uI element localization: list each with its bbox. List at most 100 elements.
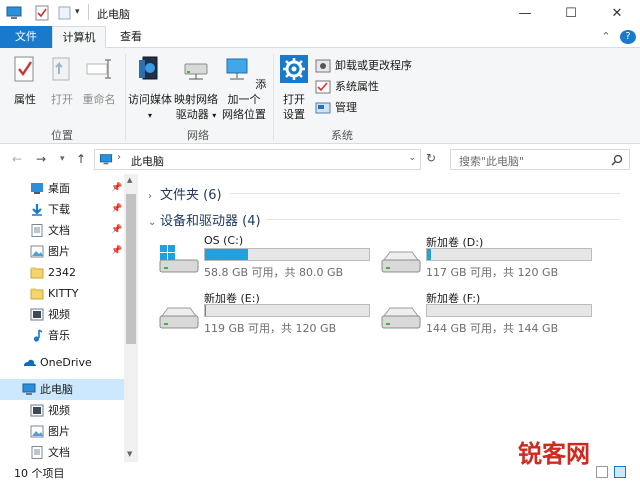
address-path: 此电脑 bbox=[131, 155, 164, 168]
drives-section-header[interactable]: ⌄ 设备和驱动器 (4) bbox=[148, 210, 261, 229]
refresh-icon[interactable]: ↻ bbox=[426, 151, 436, 165]
uninstall-label: 卸载或更改程序 bbox=[335, 59, 412, 72]
pin-icon[interactable]: 📌 bbox=[111, 178, 122, 199]
sidebar-item-label: KITTY bbox=[48, 287, 79, 300]
pin-icon[interactable]: 📌 bbox=[111, 199, 122, 220]
sidebar-item-label: 图片 bbox=[48, 425, 70, 438]
group-system-label: 系统 bbox=[331, 129, 353, 142]
window-title: 此电脑 bbox=[97, 8, 130, 21]
sidebar-item[interactable]: 桌面 📌 bbox=[0, 178, 124, 199]
collapse-ribbon-icon[interactable]: ⌃ bbox=[598, 26, 614, 48]
sidebar-item[interactable]: 下载 📌 bbox=[0, 199, 124, 220]
watermark-text: 锐客网 bbox=[518, 440, 590, 468]
properties-button[interactable]: 属性 bbox=[6, 54, 44, 107]
tab-file[interactable]: 文件 bbox=[0, 26, 52, 48]
title-bar: ▾ 此电脑 — ☐ ✕ bbox=[0, 0, 640, 26]
uninstall-icon bbox=[315, 59, 331, 73]
uninstall-program-button[interactable]: 卸载或更改程序 bbox=[315, 57, 412, 75]
rename-label: 重命名 bbox=[82, 93, 116, 106]
open-settings-button[interactable]: 打开 设置 bbox=[276, 54, 312, 122]
sidebar-item[interactable]: 视频 bbox=[0, 400, 124, 421]
section-divider bbox=[266, 219, 620, 220]
ribbon: 属性 打开 重命名 位置 访问媒体 ▾ 映射网络 驱动器 ▾ 添加一个 网络位置 bbox=[0, 48, 640, 144]
desktop-icon bbox=[31, 183, 43, 194]
chevron-right-icon: › bbox=[148, 191, 152, 202]
access-media-button[interactable]: 访问媒体 ▾ bbox=[128, 54, 172, 123]
open-button[interactable]: 打开 bbox=[44, 54, 80, 107]
scroll-up-icon[interactable]: ▲ bbox=[127, 176, 132, 184]
sidebar-item[interactable]: 音乐 bbox=[0, 325, 124, 346]
search-input[interactable]: 搜索"此电脑" bbox=[459, 153, 524, 169]
sidebar-item-label: 视频 bbox=[48, 308, 70, 321]
manage-label: 管理 bbox=[335, 101, 357, 114]
scroll-down-icon[interactable]: ▼ bbox=[127, 450, 132, 458]
drive-tile[interactable]: 新加卷 (E:) 119 GB 可用，共 120 GB bbox=[158, 290, 388, 338]
folders-section-header[interactable]: › 文件夹 (6) bbox=[148, 184, 222, 203]
drive-tile[interactable]: 新加卷 (F:) 144 GB 可用，共 144 GB bbox=[380, 290, 610, 338]
sidebar-item[interactable]: 此电脑 bbox=[0, 379, 124, 400]
up-arrow-icon[interactable]: ↑ bbox=[76, 152, 86, 166]
this-pc-icon bbox=[99, 154, 113, 165]
document-icon bbox=[31, 446, 43, 459]
nav-scrollbar-thumb[interactable] bbox=[126, 194, 136, 344]
address-dropdown-icon[interactable]: ⌄ bbox=[408, 153, 416, 163]
sidebar-item[interactable]: 图片 bbox=[0, 421, 124, 442]
network-location-icon bbox=[226, 58, 248, 80]
sidebar-item[interactable]: 图片 📌 bbox=[0, 241, 124, 262]
sidebar-item-label: 下载 bbox=[48, 203, 70, 216]
drive-usage-fill bbox=[205, 305, 207, 316]
recent-locations-icon[interactable]: ▾ bbox=[60, 154, 65, 164]
map-network-drive-label-2: 驱动器 bbox=[175, 108, 209, 121]
tab-computer[interactable]: 计算机 bbox=[52, 26, 106, 49]
back-arrow-icon[interactable]: ← bbox=[12, 152, 22, 166]
tab-view[interactable]: 查看 bbox=[108, 26, 154, 48]
item-count: 10 个项目 bbox=[14, 467, 65, 480]
sidebar-item[interactable]: OneDrive bbox=[0, 352, 124, 373]
new-folder-quick-icon[interactable] bbox=[57, 5, 73, 21]
address-bar[interactable]: › 此电脑 ⌄ bbox=[94, 149, 421, 170]
drive-space-info: 119 GB 可用，共 120 GB bbox=[204, 322, 337, 335]
music-icon bbox=[33, 329, 43, 342]
search-box[interactable]: 搜索"此电脑" bbox=[450, 149, 630, 170]
drive-tile[interactable]: OS (C:) 58.8 GB 可用，共 80.0 GB bbox=[158, 234, 388, 282]
minimize-button[interactable]: — bbox=[502, 0, 548, 26]
map-network-drive-label-1: 映射网络 bbox=[174, 93, 218, 106]
drive-space-info: 117 GB 可用，共 120 GB bbox=[426, 266, 559, 279]
close-button[interactable]: ✕ bbox=[594, 0, 640, 26]
access-media-label: 访问媒体 bbox=[128, 93, 172, 106]
nav-scrollbar[interactable]: ▲ ▼ bbox=[124, 174, 138, 462]
folder-icon bbox=[30, 267, 44, 279]
drives-header-label: 设备和驱动器 (4) bbox=[160, 214, 261, 229]
folder-icon bbox=[30, 288, 44, 300]
ribbon-tabs: 文件 计算机 查看 ⌃ ? bbox=[0, 26, 640, 49]
drive-usage-bar bbox=[426, 248, 592, 261]
map-network-drive-button[interactable]: 映射网络 驱动器 ▾ bbox=[174, 54, 218, 123]
add-network-location-button[interactable]: 添加一个 网络位置 bbox=[220, 54, 268, 122]
open-label: 打开 bbox=[51, 93, 73, 106]
add-network-location-label-2: 网络位置 bbox=[222, 108, 266, 121]
this-pc-icon bbox=[6, 6, 22, 19]
properties-quick-icon[interactable] bbox=[34, 5, 50, 21]
pin-icon[interactable]: 📌 bbox=[111, 241, 122, 262]
folders-header-label: 文件夹 (6) bbox=[160, 188, 222, 203]
sidebar-item[interactable]: 2342 bbox=[0, 262, 124, 283]
rename-button[interactable]: 重命名 bbox=[80, 54, 118, 107]
drive-space-info: 144 GB 可用，共 144 GB bbox=[426, 322, 559, 335]
sidebar-item[interactable]: KITTY bbox=[0, 283, 124, 304]
pin-icon[interactable]: 📌 bbox=[111, 220, 122, 241]
manage-button[interactable]: 管理 bbox=[315, 99, 357, 117]
system-properties-button[interactable]: 系统属性 bbox=[315, 78, 379, 96]
drive-usage-bar bbox=[204, 248, 370, 261]
sidebar-item[interactable]: 文档 📌 bbox=[0, 220, 124, 241]
navigation-bar: ← → ▾ ↑ › 此电脑 ⌄ ↻ 搜索"此电脑" bbox=[0, 144, 640, 174]
content-pane: › 文件夹 (6) ⌄ 设备和驱动器 (4) OS (C:) 58.8 GB 可用，共… bbox=[138, 174, 640, 462]
sidebar-item[interactable]: 文档 bbox=[0, 442, 124, 462]
help-icon[interactable]: ? bbox=[620, 30, 636, 44]
breadcrumb-chevron-icon[interactable]: › bbox=[117, 152, 121, 163]
maximize-button[interactable]: ☐ bbox=[548, 0, 594, 26]
drive-usage-bar bbox=[204, 304, 370, 317]
open-icon bbox=[52, 57, 70, 81]
forward-arrow-icon[interactable]: → bbox=[36, 152, 46, 166]
sidebar-item[interactable]: 视频 bbox=[0, 304, 124, 325]
drive-tile[interactable]: 新加卷 (D:) 117 GB 可用，共 120 GB bbox=[380, 234, 610, 282]
